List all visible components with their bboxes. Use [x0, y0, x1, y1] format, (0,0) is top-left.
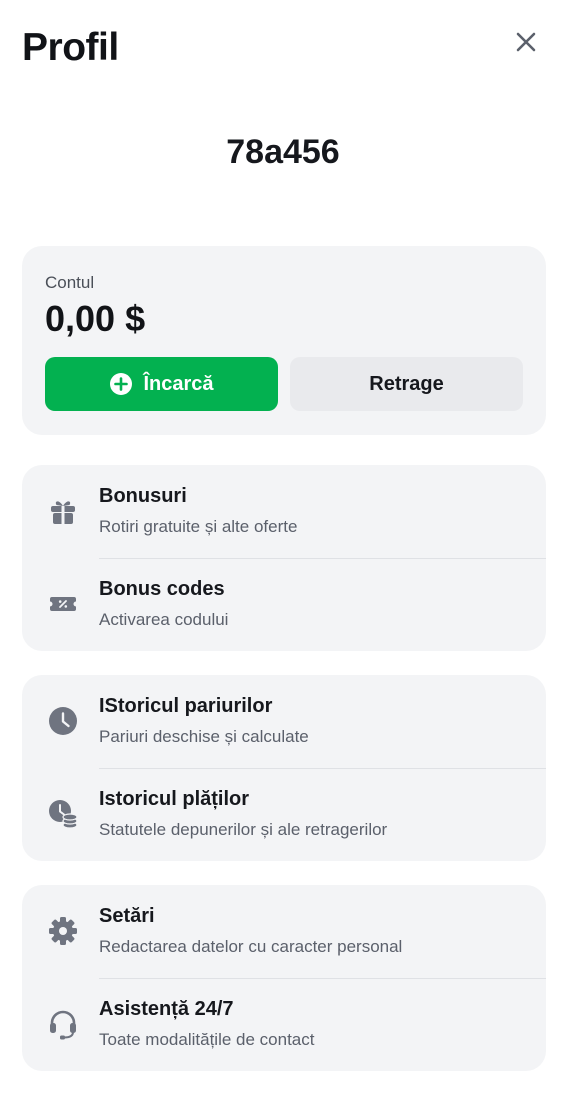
- header: Profil: [22, 22, 544, 74]
- gear-icon: [47, 915, 79, 947]
- menu-item-settings[interactable]: Setări Redactarea datelor cu caracter pe…: [22, 885, 546, 978]
- withdraw-label: Retrage: [369, 372, 444, 395]
- deposit-label: Încarcă: [143, 372, 214, 395]
- account-label: Contul: [45, 273, 95, 292]
- gift-icon: [47, 495, 79, 527]
- profile-panel: Profil 78a456 Contul 0,00 $ Încarcă Retr…: [0, 0, 566, 1115]
- menu-item-title: Asistență 24/7: [99, 998, 234, 1020]
- menu-item-bonuses[interactable]: Bonusuri Rotiri gratuite și alte oferte: [22, 465, 546, 558]
- menu-item-support[interactable]: Asistență 24/7 Toate modalitățile de con…: [22, 978, 546, 1071]
- menu-item-title: Bonusuri: [99, 485, 187, 507]
- close-icon: [516, 32, 536, 52]
- close-button[interactable]: [512, 28, 540, 56]
- account-card: Contul 0,00 $ Încarcă Retrage: [22, 246, 546, 435]
- deposit-button[interactable]: Încarcă: [45, 357, 278, 411]
- menu-item-bet-history[interactable]: IStoricul pariurilor Pariuri deschise și…: [22, 675, 546, 768]
- clock-icon: [47, 705, 79, 737]
- menu-item-title: Bonus codes: [99, 578, 225, 600]
- menu-item-bonus-codes[interactable]: Bonus codes Activarea codului: [22, 558, 546, 651]
- menu-item-payment-history[interactable]: Istoricul plăților Statutele depunerilor…: [22, 768, 546, 861]
- account-balance: 0,00 $: [45, 298, 146, 339]
- menu-item-subtitle: Rotiri gratuite și alte oferte: [99, 517, 298, 536]
- headset-icon: [47, 1008, 79, 1040]
- menu-item-subtitle: Statutele depunerilor și ale retragerilo…: [99, 820, 388, 839]
- menu-item-title: Istoricul plăților: [99, 788, 250, 810]
- menu-item-subtitle: Activarea codului: [99, 610, 229, 629]
- page-title: Profil: [22, 26, 119, 69]
- menu-item-title: Setări: [99, 905, 155, 927]
- coupon-icon: [47, 588, 79, 620]
- withdraw-button[interactable]: Retrage: [290, 357, 523, 411]
- clock-coins-icon: [47, 798, 79, 830]
- menu-item-title: IStoricul pariurilor: [99, 695, 273, 717]
- menu-item-subtitle: Toate modalitățile de contact: [99, 1030, 315, 1049]
- history-group: IStoricul pariurilor Pariuri deschise și…: [22, 675, 546, 861]
- username: 78a456: [226, 133, 340, 171]
- bonus-group: Bonusuri Rotiri gratuite și alte oferte …: [22, 465, 546, 651]
- menu-item-subtitle: Redactarea datelor cu caracter personal: [99, 937, 403, 956]
- settings-group: Setări Redactarea datelor cu caracter pe…: [22, 885, 546, 1071]
- plus-circle-icon: [109, 372, 133, 396]
- menu-item-subtitle: Pariuri deschise și calculate: [99, 727, 309, 746]
